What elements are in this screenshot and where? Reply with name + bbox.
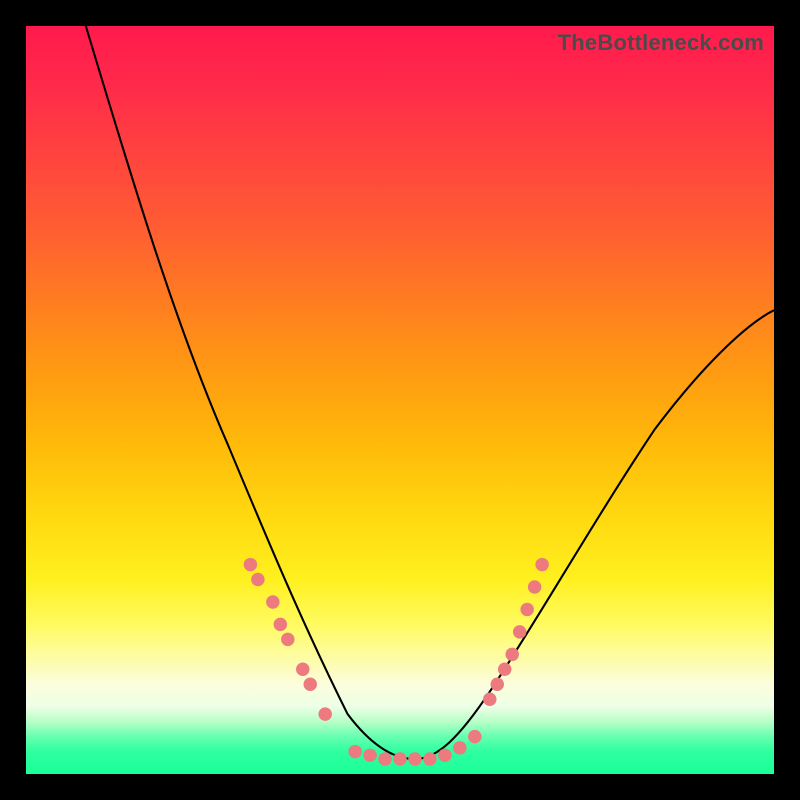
marker-dot: [498, 663, 511, 676]
marker-dot: [468, 730, 481, 743]
marker-dot: [453, 741, 466, 754]
marker-dot: [363, 749, 376, 762]
marker-dot: [244, 558, 257, 571]
marker-dot: [483, 692, 496, 705]
marker-dot: [505, 648, 518, 661]
marker-dot: [520, 603, 533, 616]
marker-dot: [528, 580, 541, 593]
bottleneck-curve: [86, 26, 774, 759]
marker-dot: [266, 595, 279, 608]
marker-dot: [491, 678, 504, 691]
marker-dot: [378, 752, 391, 765]
marker-dot: [274, 618, 287, 631]
marker-dot: [408, 752, 421, 765]
marker-dot: [251, 573, 264, 586]
marker-dot: [423, 752, 436, 765]
marker-dot: [438, 749, 451, 762]
marker-dot: [281, 633, 294, 646]
marker-dot: [348, 745, 361, 758]
marker-dot: [296, 663, 309, 676]
marker-dot: [318, 707, 331, 720]
chart-svg: [26, 26, 774, 774]
chart-frame: TheBottleneck.com: [0, 0, 800, 800]
marker-dot: [513, 625, 526, 638]
marker-dot: [535, 558, 548, 571]
marker-dot: [304, 678, 317, 691]
marker-dot: [393, 752, 406, 765]
plot-area: TheBottleneck.com: [26, 26, 774, 774]
